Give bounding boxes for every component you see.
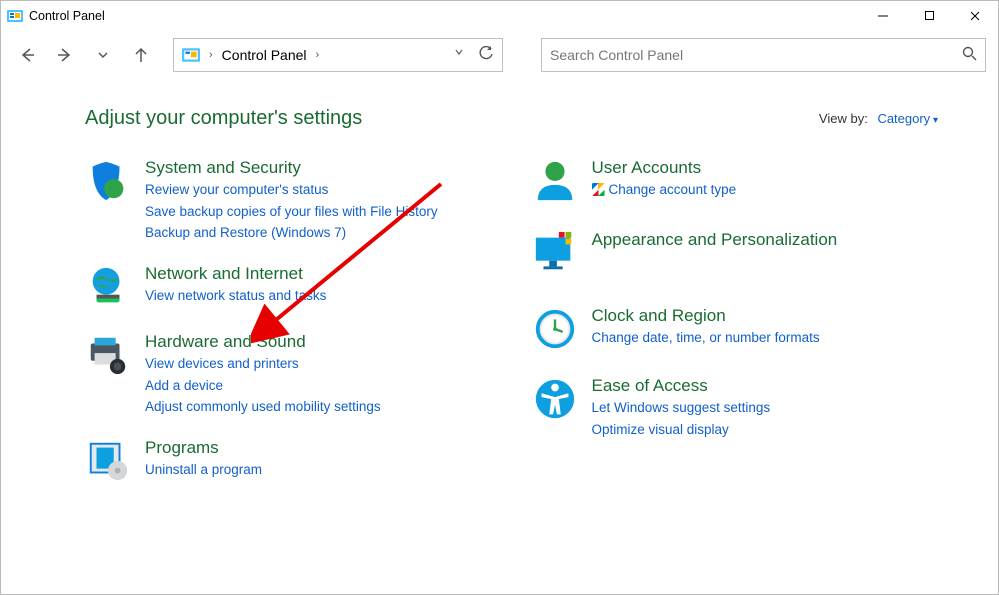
category-title[interactable]: User Accounts	[592, 158, 737, 178]
printer-icon	[85, 332, 131, 378]
category-grid: System and Security Review your computer…	[85, 158, 938, 484]
address-bar-icon	[182, 46, 200, 64]
control-panel-icon	[7, 8, 23, 24]
right-column: User Accounts Change account type Appear…	[532, 158, 939, 484]
address-dropdown-button[interactable]	[453, 46, 465, 64]
category-hardware-sound: Hardware and Sound View devices and prin…	[85, 332, 492, 416]
left-column: System and Security Review your computer…	[85, 158, 492, 484]
window-title: Control Panel	[29, 9, 860, 23]
headline-row: Adjust your computer's settings View by:…	[85, 107, 938, 130]
up-button[interactable]	[127, 41, 155, 69]
clock-icon	[532, 306, 578, 352]
recent-dropdown-button[interactable]	[89, 41, 117, 69]
window-frame: Control Panel › Control Panel ›	[0, 0, 999, 595]
category-link[interactable]: Uninstall a program	[145, 461, 262, 479]
maximize-button[interactable]	[906, 1, 952, 30]
search-icon	[962, 46, 977, 64]
category-title[interactable]: System and Security	[145, 158, 438, 178]
category-user-accounts: User Accounts Change account type	[532, 158, 939, 204]
chevron-right-icon[interactable]: ›	[313, 49, 323, 61]
view-by-dropdown[interactable]: Category	[877, 111, 938, 126]
navigation-bar: › Control Panel ›	[1, 31, 998, 79]
forward-button[interactable]	[51, 41, 79, 69]
accessibility-icon	[532, 376, 578, 422]
category-link[interactable]: Adjust commonly used mobility settings	[145, 398, 381, 416]
category-link[interactable]: View network status and tasks	[145, 287, 326, 305]
view-by-label: View by:	[819, 111, 868, 126]
title-bar: Control Panel	[1, 1, 998, 31]
close-button[interactable]	[952, 1, 998, 30]
search-bar[interactable]	[541, 38, 986, 72]
category-link[interactable]: Change date, time, or number formats	[592, 329, 820, 347]
category-link[interactable]: Add a device	[145, 377, 381, 395]
category-programs: Programs Uninstall a program	[85, 438, 492, 484]
search-input[interactable]	[550, 47, 956, 63]
shield-icon	[85, 158, 131, 204]
breadcrumb-root[interactable]: Control Panel	[222, 47, 307, 63]
category-link[interactable]: View devices and printers	[145, 355, 381, 373]
chevron-right-icon: ›	[206, 49, 216, 61]
category-ease-of-access: Ease of Access Let Windows suggest setti…	[532, 376, 939, 439]
refresh-button[interactable]	[479, 46, 494, 64]
category-link[interactable]: Review your computer's status	[145, 181, 438, 199]
category-link[interactable]: Optimize visual display	[592, 421, 771, 439]
window-controls	[860, 1, 998, 30]
category-link[interactable]: Backup and Restore (Windows 7)	[145, 224, 438, 242]
category-title[interactable]: Programs	[145, 438, 262, 458]
category-system-security: System and Security Review your computer…	[85, 158, 492, 242]
back-button[interactable]	[13, 41, 41, 69]
minimize-button[interactable]	[860, 1, 906, 30]
globe-icon	[85, 264, 131, 310]
category-clock-region: Clock and Region Change date, time, or n…	[532, 306, 939, 352]
monitor-icon	[532, 230, 578, 276]
category-title[interactable]: Ease of Access	[592, 376, 771, 396]
category-title[interactable]: Clock and Region	[592, 306, 820, 326]
address-bar[interactable]: › Control Panel ›	[173, 38, 503, 72]
category-link[interactable]: Save backup copies of your files with Fi…	[145, 203, 438, 221]
category-title[interactable]: Network and Internet	[145, 264, 326, 284]
view-by: View by: Category	[819, 111, 938, 126]
category-network-internet: Network and Internet View network status…	[85, 264, 492, 310]
category-title[interactable]: Hardware and Sound	[145, 332, 381, 352]
category-appearance: Appearance and Personalization	[532, 230, 939, 276]
content-area: Adjust your computer's settings View by:…	[1, 79, 998, 594]
user-icon	[532, 158, 578, 204]
category-link[interactable]: Let Windows suggest settings	[592, 399, 771, 417]
category-title[interactable]: Appearance and Personalization	[592, 230, 838, 250]
category-link[interactable]: Change account type	[592, 181, 737, 199]
page-headline: Adjust your computer's settings	[85, 107, 362, 130]
programs-icon	[85, 438, 131, 484]
